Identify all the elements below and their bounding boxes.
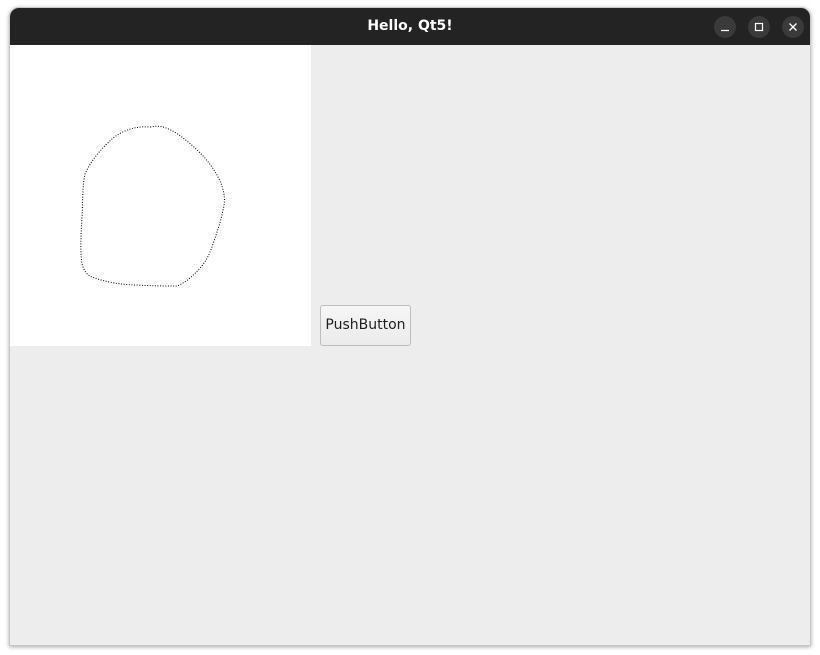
maximize-button[interactable] <box>748 16 770 38</box>
window-title: Hello, Qt5! <box>367 18 453 34</box>
app-window: Hello, Qt5! PushButton <box>9 7 811 646</box>
close-button[interactable] <box>782 16 804 38</box>
minimize-icon <box>721 29 729 32</box>
drawing-canvas[interactable] <box>10 45 311 346</box>
freehand-drawing <box>80 125 225 287</box>
maximize-icon <box>754 22 764 32</box>
close-icon <box>789 23 797 31</box>
titlebar[interactable]: Hello, Qt5! <box>10 8 810 45</box>
push-button[interactable]: PushButton <box>320 305 411 346</box>
minimize-button[interactable] <box>714 16 736 38</box>
